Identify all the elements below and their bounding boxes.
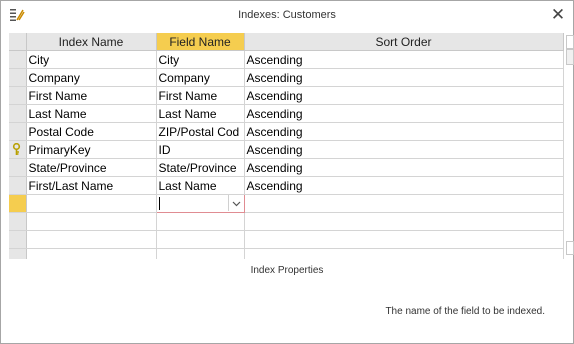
field-name-cell[interactable]: State/Province xyxy=(156,158,245,177)
table-row[interactable]: Postal Code ZIP/Postal Cod Ascending xyxy=(9,122,564,141)
table-row[interactable]: First/Last Name Last Name Ascending xyxy=(9,176,564,195)
scroll-down-button[interactable] xyxy=(566,241,574,255)
scroll-thumb[interactable] xyxy=(566,49,574,65)
row-selector[interactable] xyxy=(9,248,27,259)
row-selector[interactable] xyxy=(9,212,27,231)
sort-order-cell[interactable]: Ascending xyxy=(244,50,564,69)
table-row[interactable]: PrimaryKey ID Ascending xyxy=(9,140,564,159)
row-selector[interactable] xyxy=(9,68,27,87)
index-name-cell[interactable]: Company xyxy=(26,68,157,87)
close-icon: ✕ xyxy=(550,5,566,24)
index-name-cell[interactable] xyxy=(26,212,157,231)
column-header-index-name[interactable]: Index Name xyxy=(26,33,157,51)
sort-order-cell[interactable] xyxy=(244,212,564,231)
index-name-cell[interactable]: First/Last Name xyxy=(26,176,157,195)
table-row[interactable] xyxy=(9,230,564,249)
field-name-cell[interactable]: Last Name xyxy=(156,104,245,123)
field-name-cell[interactable] xyxy=(156,230,245,249)
window-title: Indexes: Customers xyxy=(238,9,336,21)
field-name-cell[interactable] xyxy=(156,212,245,231)
index-name-cell[interactable]: First Name xyxy=(26,86,157,105)
row-selector[interactable] xyxy=(9,194,27,213)
new-row[interactable] xyxy=(9,194,564,213)
index-name-cell[interactable]: PrimaryKey xyxy=(26,140,157,159)
table-row[interactable]: City City Ascending xyxy=(9,50,564,69)
field-name-cell[interactable]: Last Name xyxy=(156,176,245,195)
indexes-dialog: Indexes: Customers ✕ Index Name Field Na… xyxy=(0,0,574,344)
row-selector[interactable] xyxy=(9,158,27,177)
table-row[interactable]: Company Company Ascending xyxy=(9,68,564,87)
table-row[interactable]: First Name First Name Ascending xyxy=(9,86,564,105)
sort-order-cell[interactable] xyxy=(244,230,564,249)
sort-order-cell[interactable]: Ascending xyxy=(244,140,564,159)
sort-order-cell[interactable] xyxy=(244,194,564,213)
field-name-combo[interactable] xyxy=(155,194,245,213)
key-icon xyxy=(12,142,21,158)
select-all-corner[interactable] xyxy=(9,33,27,51)
scroll-up-button[interactable] xyxy=(566,35,574,49)
row-selector[interactable] xyxy=(9,104,27,123)
title-bar: Indexes: Customers ✕ xyxy=(1,1,573,31)
index-name-cell[interactable]: State/Province xyxy=(26,158,157,177)
table-row[interactable] xyxy=(9,248,564,259)
field-name-cell[interactable]: City xyxy=(156,50,245,69)
sort-order-cell[interactable]: Ascending xyxy=(244,122,564,141)
table-row[interactable]: Last Name Last Name Ascending xyxy=(9,104,564,123)
index-name-cell[interactable] xyxy=(26,248,157,259)
dropdown-button[interactable] xyxy=(227,195,243,211)
index-name-cell[interactable] xyxy=(26,194,157,213)
vertical-scrollbar[interactable] xyxy=(566,33,574,259)
index-name-cell[interactable]: City xyxy=(26,50,157,69)
row-selector[interactable] xyxy=(9,50,27,69)
field-name-cell[interactable]: ZIP/Postal Cod xyxy=(156,122,245,141)
header-row: Index Name Field Name Sort Order xyxy=(9,33,564,51)
sort-order-cell[interactable]: Ascending xyxy=(244,158,564,177)
table-row[interactable] xyxy=(9,212,564,231)
sort-order-cell[interactable]: Ascending xyxy=(244,176,564,195)
sort-order-cell[interactable]: Ascending xyxy=(244,68,564,87)
field-name-cell[interactable]: Company xyxy=(156,68,245,87)
sort-order-cell[interactable] xyxy=(244,248,564,259)
chevron-down-icon xyxy=(232,201,240,207)
index-name-cell[interactable] xyxy=(26,230,157,249)
text-cursor xyxy=(158,197,160,210)
sort-order-cell[interactable]: Ascending xyxy=(244,104,564,123)
row-selector[interactable] xyxy=(9,86,27,105)
close-button[interactable]: ✕ xyxy=(545,3,571,29)
index-name-cell[interactable]: Last Name xyxy=(26,104,157,123)
index-name-cell[interactable]: Postal Code xyxy=(26,122,157,141)
field-name-cell[interactable]: ID xyxy=(156,140,245,159)
row-selector[interactable] xyxy=(9,122,27,141)
indexes-grid: Index Name Field Name Sort Order City Ci… xyxy=(9,33,567,259)
table-row[interactable]: State/Province State/Province Ascending xyxy=(9,158,564,177)
field-name-cell[interactable] xyxy=(156,248,245,259)
column-header-field-name[interactable]: Field Name xyxy=(156,33,245,51)
sort-order-cell[interactable]: Ascending xyxy=(244,86,564,105)
column-header-sort-order[interactable]: Sort Order xyxy=(244,33,564,51)
field-name-cell[interactable]: First Name xyxy=(156,86,245,105)
row-selector[interactable] xyxy=(9,230,27,249)
row-selector[interactable] xyxy=(9,176,27,195)
index-properties-title: Index Properties xyxy=(250,265,324,276)
properties-help-text: The name of the field to be indexed. xyxy=(385,306,545,317)
row-selector[interactable] xyxy=(9,140,27,159)
